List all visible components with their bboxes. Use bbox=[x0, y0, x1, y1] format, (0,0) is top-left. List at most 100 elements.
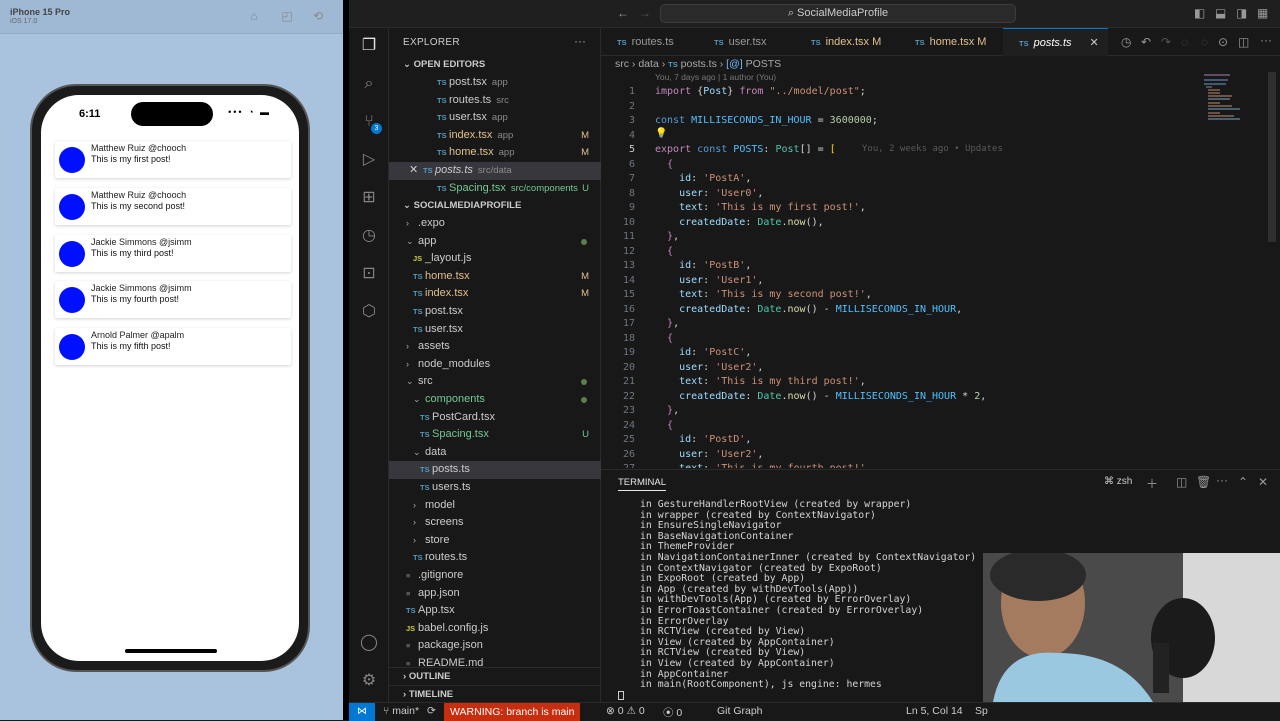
history-icon[interactable]: ◷ bbox=[1121, 35, 1131, 49]
explorer-icon[interactable]: ❐ bbox=[359, 36, 379, 56]
tree-file[interactable]: TS post.tsx bbox=[389, 303, 601, 321]
post-card[interactable]: Arnold Palmer @apalm This is my fifth pos… bbox=[55, 328, 291, 366]
tree-folder[interactable]: ⌄ components bbox=[389, 391, 601, 409]
tree-folder[interactable]: › .expo bbox=[389, 215, 601, 233]
open-editor-item[interactable]: TS post.tsx app bbox=[389, 74, 601, 92]
terminal-tab[interactable]: TERMINAL bbox=[618, 477, 667, 491]
tree-folder[interactable]: ⌄ data bbox=[389, 444, 601, 462]
tree-file[interactable]: TS users.ts bbox=[389, 479, 601, 497]
problems-indicator[interactable]: ⊗ 0 ⚠ 0 bbox=[606, 705, 645, 717]
editor-scrollbar[interactable] bbox=[1268, 72, 1276, 242]
command-center-search[interactable]: ⌕ SocialMediaProfile bbox=[660, 4, 1016, 23]
tree-folder[interactable]: › store bbox=[389, 532, 601, 550]
close-icon[interactable]: ✕ bbox=[389, 162, 418, 180]
terminal-shell-selector[interactable]: ⌘ zsh bbox=[1104, 476, 1132, 487]
sync-icon[interactable]: ⟳ bbox=[427, 705, 436, 717]
editor-tab[interactable]: TS routes.ts bbox=[601, 28, 701, 56]
breadcrumb-item[interactable]: src bbox=[615, 58, 629, 70]
new-terminal-icon[interactable]: ＋ bbox=[1146, 475, 1158, 492]
tree-file[interactable]: TS index.tsx M bbox=[389, 285, 601, 303]
branch-indicator[interactable]: ⑂ main* bbox=[383, 705, 419, 717]
indentation-indicator[interactable]: Sp bbox=[975, 705, 988, 717]
codelens-blame[interactable]: You, 7 days ago | 1 author (You) bbox=[655, 72, 776, 82]
editor-tab[interactable]: TS index.tsx M bbox=[795, 28, 895, 56]
forward-arrow-icon[interactable]: → bbox=[639, 6, 651, 20]
tree-file[interactable]: JS _layout.js bbox=[389, 250, 601, 268]
ports-indicator[interactable]: ⦿ 0 bbox=[663, 705, 682, 720]
close-panel-icon[interactable]: ✕ bbox=[1258, 475, 1268, 489]
trash-icon[interactable]: 🗑 bbox=[1196, 475, 1211, 489]
tree-file[interactable]: TS App.tsx bbox=[389, 602, 601, 620]
minimap[interactable] bbox=[1200, 72, 1264, 124]
more-actions-icon[interactable]: ··· bbox=[1216, 473, 1228, 487]
remote-explorer-icon[interactable]: ⊡ bbox=[359, 264, 379, 284]
tree-file[interactable]: ≡ app.json bbox=[389, 585, 601, 603]
post-card[interactable]: Jackie Simmons @jsimm This is my third po… bbox=[55, 234, 291, 272]
toggle-panel-icon[interactable]: ⬓ bbox=[1215, 6, 1226, 20]
go-forward-icon[interactable]: ↷ bbox=[1161, 35, 1171, 49]
branch-warning[interactable]: WARNING: branch is main bbox=[444, 703, 581, 721]
tree-file[interactable]: TS posts.ts bbox=[389, 461, 601, 479]
tree-folder[interactable]: › screens bbox=[389, 514, 601, 532]
search-icon[interactable]: ⌕ bbox=[359, 74, 379, 94]
editor-tab[interactable]: TS posts.ts ✕ bbox=[1003, 28, 1108, 56]
open-editor-item[interactable]: TS routes.ts src bbox=[389, 92, 601, 110]
tree-file[interactable]: TS routes.ts bbox=[389, 549, 601, 567]
rotate-icon[interactable]: ⟲ bbox=[311, 9, 325, 23]
tree-file[interactable]: TS PostCard.tsx bbox=[389, 409, 601, 427]
run-debug-icon[interactable]: ▷ bbox=[359, 150, 379, 170]
tree-folder[interactable]: › assets bbox=[389, 338, 601, 356]
circle-icon[interactable]: ◌ bbox=[1201, 35, 1208, 49]
close-icon[interactable]: ✕ bbox=[1090, 37, 1099, 49]
post-card[interactable]: Matthew Ruiz @chooch This is my first pos… bbox=[55, 141, 291, 178]
toggle-sidebar-icon[interactable]: ◧ bbox=[1194, 6, 1205, 20]
split-editor-icon[interactable]: ◫ bbox=[1238, 35, 1249, 49]
tree-file[interactable]: ≡ package.json bbox=[389, 637, 601, 655]
project-section[interactable]: ⌄ SOCIALMEDIAPROFILE bbox=[389, 197, 601, 214]
open-editor-item[interactable]: TS index.tsx app M bbox=[389, 127, 601, 145]
outline-section[interactable]: › OUTLINE bbox=[389, 667, 601, 684]
more-actions-icon[interactable]: ··· bbox=[574, 34, 586, 48]
tree-file[interactable]: JS babel.config.js bbox=[389, 620, 601, 638]
timeline-section[interactable]: › TIMELINE bbox=[389, 685, 601, 702]
open-editor-item[interactable]: ✕ TS posts.ts src/data bbox=[389, 162, 601, 180]
home-indicator[interactable] bbox=[125, 649, 217, 653]
toggle-aux-bar-icon[interactable]: ◨ bbox=[1236, 6, 1247, 20]
open-editor-item[interactable]: TS Spacing.tsx src/components U bbox=[389, 180, 601, 198]
screenshot-icon[interactable]: ◰ bbox=[280, 9, 294, 23]
tree-file[interactable]: TS user.tsx bbox=[389, 321, 601, 339]
breadcrumb-item[interactable]: POSTS bbox=[746, 58, 782, 70]
post-card[interactable]: Jackie Simmons @jsimm This is my fourth p… bbox=[55, 281, 291, 319]
extensions-icon[interactable]: ⊞ bbox=[359, 188, 379, 208]
lightbulb-icon[interactable]: 💡 bbox=[655, 128, 667, 139]
post-card[interactable]: Matthew Ruiz @chooch This is my second po… bbox=[55, 187, 291, 225]
timeline-icon[interactable]: ◷ bbox=[359, 226, 379, 246]
back-arrow-icon[interactable]: ← bbox=[617, 6, 629, 20]
layout-icon[interactable]: ▦ bbox=[1257, 6, 1268, 20]
go-back-icon[interactable]: ↶ bbox=[1141, 35, 1151, 49]
source-control-icon[interactable]: ⑂ 3 bbox=[359, 112, 382, 134]
toggle-preview-icon[interactable]: ⊙ bbox=[1218, 35, 1228, 49]
open-editor-item[interactable]: TS home.tsx app M bbox=[389, 144, 601, 162]
maximize-panel-icon[interactable]: ⌃ bbox=[1238, 475, 1248, 489]
editor-tab[interactable]: TS home.tsx M bbox=[899, 28, 999, 56]
cursor-position[interactable]: Ln 5, Col 14 bbox=[906, 705, 963, 717]
more-actions-icon[interactable]: ··· bbox=[1260, 33, 1272, 47]
tree-folder[interactable]: › node_modules bbox=[389, 356, 601, 374]
git-graph-button[interactable]: Git Graph bbox=[717, 705, 763, 717]
open-editor-item[interactable]: TS user.tsx app bbox=[389, 109, 601, 127]
breadcrumb-item[interactable]: posts.ts bbox=[681, 58, 717, 70]
tree-file[interactable]: TS Spacing.tsx U bbox=[389, 426, 601, 444]
tree-folder[interactable]: › model bbox=[389, 497, 601, 515]
breadcrumb-item[interactable]: data bbox=[638, 58, 658, 70]
tree-folder[interactable]: ⌄ app bbox=[389, 233, 601, 251]
editor-tab[interactable]: TS user.tsx bbox=[698, 28, 798, 56]
open-changes-icon[interactable]: ◌ bbox=[1181, 35, 1188, 49]
split-terminal-icon[interactable]: ◫ bbox=[1176, 475, 1187, 489]
account-icon[interactable]: ◯ bbox=[359, 633, 379, 653]
git-graph-icon[interactable]: ⬡ bbox=[359, 302, 379, 322]
settings-gear-icon[interactable]: ⚙ bbox=[359, 671, 379, 691]
tree-file[interactable]: ≡ .gitignore bbox=[389, 567, 601, 585]
home-icon[interactable]: ⌂ bbox=[247, 9, 261, 23]
code-editor[interactable]: 1 import {Post} from "../model/post"; 2 … bbox=[601, 84, 1280, 468]
